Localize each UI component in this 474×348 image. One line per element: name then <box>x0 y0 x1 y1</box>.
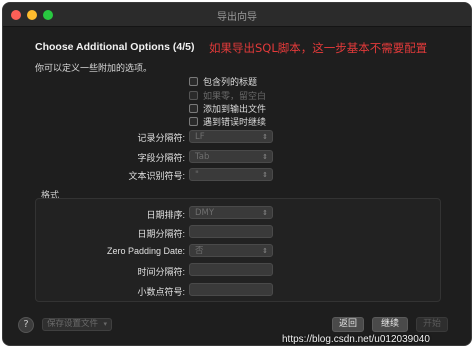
chevron-updown-icon: ⇕ <box>262 209 268 217</box>
checkbox[interactable] <box>189 116 198 126</box>
select-value: DMY <box>195 208 215 218</box>
option-label: 遇到错误时继续 <box>203 117 267 128</box>
step-subtitle: 你可以定义一些附加的选项。 <box>35 64 153 74</box>
time-delimiter-label: 时间分隔符: <box>137 267 185 277</box>
record-delimiter-label: 记录分隔符: <box>137 133 185 143</box>
option-append-to-file[interactable]: 添加到输出文件 <box>189 102 267 115</box>
text-qualifier-select[interactable]: " ⇕ <box>189 168 273 181</box>
checkbox[interactable] <box>189 90 198 100</box>
record-delimiter-select[interactable]: LF ⇕ <box>189 130 273 143</box>
checkbox[interactable] <box>189 76 198 86</box>
date-delimiter-input[interactable] <box>189 225 273 238</box>
help-button[interactable]: ? <box>18 317 34 333</box>
save-profile-label: 保存设置文件 <box>47 319 99 329</box>
select-value: " <box>195 170 199 180</box>
decimal-symbol-label: 小数点符号: <box>137 287 185 297</box>
back-button[interactable]: 返回 <box>332 317 364 332</box>
date-delimiter-label: 日期分隔符: <box>137 229 185 239</box>
option-include-headers[interactable]: 包含列的标题 <box>189 75 258 88</box>
continue-button[interactable]: 继续 <box>372 317 408 332</box>
chevron-updown-icon: ⇕ <box>262 171 268 179</box>
text-qualifier-label: 文本识别符号: <box>128 171 185 181</box>
save-profile-button[interactable]: 保存设置文件 ▾ <box>42 318 112 331</box>
checkbox[interactable] <box>189 103 198 113</box>
select-value: Tab <box>195 152 210 162</box>
zero-padding-date-select[interactable]: 否 ⇕ <box>189 244 273 257</box>
time-delimiter-input[interactable] <box>189 263 273 276</box>
step-heading: Choose Additional Options (4/5) <box>35 41 195 53</box>
select-value: LF <box>195 132 205 142</box>
option-blank-if-zero[interactable]: 如果零，留空白 <box>189 89 267 102</box>
date-order-label: 日期排序: <box>146 210 185 220</box>
chevron-updown-icon: ⇕ <box>262 153 268 161</box>
chevron-updown-icon: ⇕ <box>262 133 268 141</box>
red-annotation: 如果导出SQL脚本，这一步基本不需要配置 <box>209 41 428 55</box>
date-order-select[interactable]: DMY ⇕ <box>189 206 273 219</box>
option-label: 如果零，留空白 <box>203 91 267 102</box>
decimal-symbol-input[interactable] <box>189 283 273 296</box>
option-continue-on-error[interactable]: 遇到错误时继续 <box>189 115 267 128</box>
chevron-updown-icon: ⇕ <box>262 247 268 255</box>
window-title: 导出向导 <box>217 12 257 23</box>
chevron-down-icon: ▾ <box>103 320 107 328</box>
watermark-url: https://blog.csdn.net/u012039040 <box>282 334 430 345</box>
option-label: 包含列的标题 <box>203 77 258 88</box>
option-label: 添加到输出文件 <box>203 104 267 115</box>
field-delimiter-label: 字段分隔符: <box>137 153 185 163</box>
title-bar: 导出向导 <box>3 3 471 27</box>
start-button[interactable]: 开始 <box>416 317 448 332</box>
select-value: 否 <box>195 246 204 256</box>
zero-padding-date-label: Zero Padding Date: <box>106 246 185 256</box>
field-delimiter-select[interactable]: Tab ⇕ <box>189 150 273 163</box>
export-wizard-window: 导出向导 Choose Additional Options (4/5) 如果导… <box>2 2 472 346</box>
